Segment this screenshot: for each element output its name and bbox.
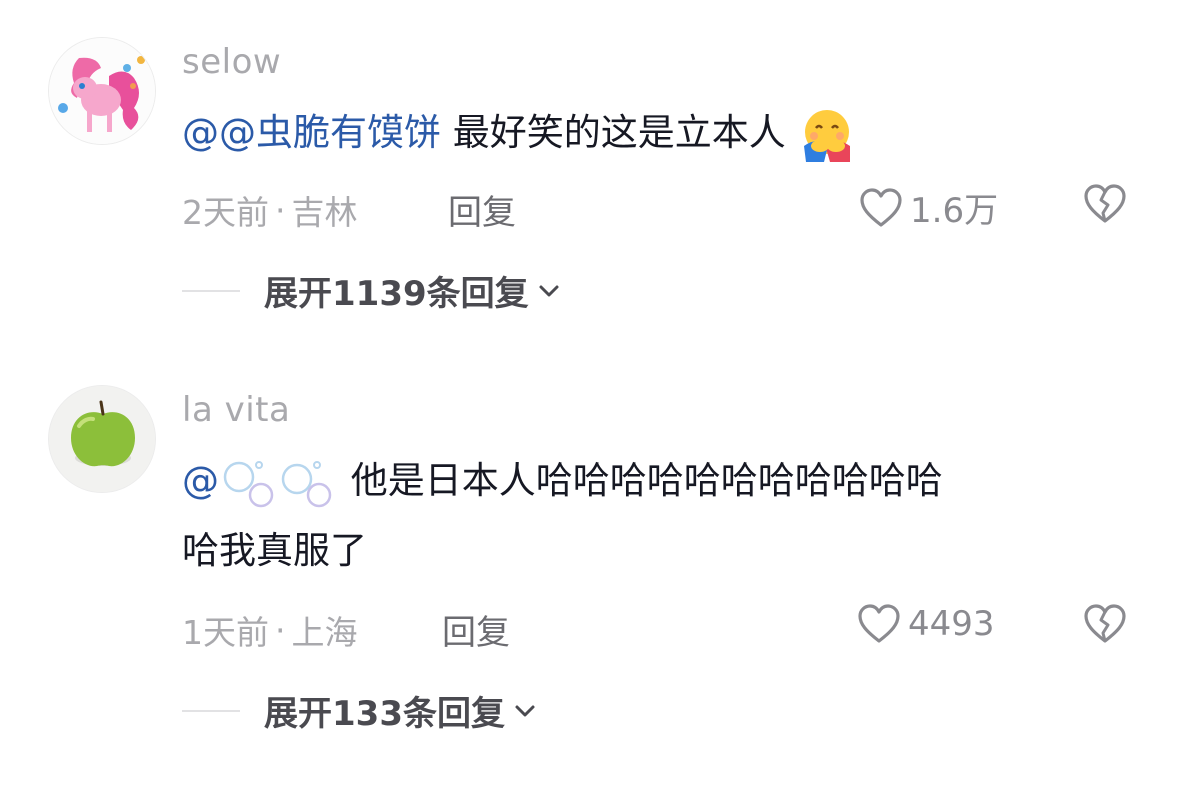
bubbles-icon (223, 460, 332, 507)
comment-meta: 1天前 · 上海 (182, 606, 358, 654)
apple-avatar-icon (49, 386, 155, 492)
divider-line (182, 709, 240, 712)
comment-time: 1天前 (182, 613, 269, 652)
comment-body-line2: 哈我真服了 (182, 529, 367, 572)
dislike-button[interactable] (1082, 603, 1128, 649)
expand-label: 展开133条回复 (264, 694, 505, 734)
like-button[interactable]: 4493 (856, 603, 995, 645)
heart-icon (858, 604, 900, 643)
broken-heart-icon (1084, 604, 1126, 643)
meta-separator: · (275, 610, 286, 650)
comment-body-line1: 他是日本人哈哈哈哈哈哈哈哈哈哈哈 (339, 459, 943, 502)
comment-text: @ 他是日本人哈哈哈哈哈哈哈哈哈哈哈 哈我真服了 (182, 446, 1142, 586)
username[interactable]: la vita (182, 390, 290, 430)
mention-link[interactable]: @ (182, 459, 219, 502)
comment-item: la vita @ 他是日本人哈哈哈哈哈哈哈哈哈哈哈 哈我真服了 1天前 · 上… (0, 0, 1179, 790)
avatar[interactable] (48, 385, 156, 493)
chevron-down-icon (515, 705, 535, 716)
comment-location: 上海 (291, 613, 358, 652)
like-count: 4493 (908, 604, 995, 644)
reply-button[interactable]: 回复 (442, 605, 510, 654)
expand-replies-button[interactable]: 展开133条回复 (182, 686, 537, 735)
